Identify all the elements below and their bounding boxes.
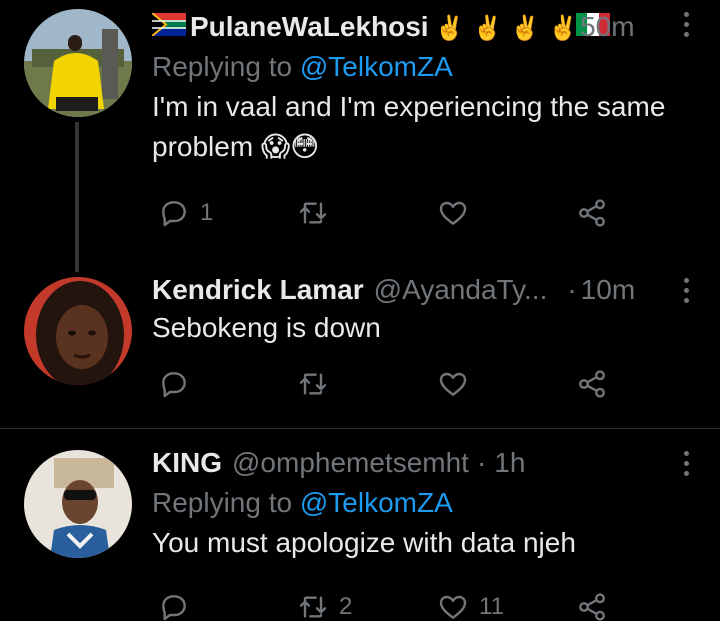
south-africa-flag-icon	[151, 9, 186, 45]
share-button[interactable]	[576, 368, 608, 400]
reply-icon	[162, 595, 186, 621]
retweet-icon	[299, 202, 327, 224]
handle[interactable]: @omphemetsemht	[232, 445, 469, 481]
separator-dot: ·	[476, 447, 487, 478]
handle[interactable]: @AyandaTy...	[374, 272, 548, 308]
tweet[interactable]: Kendrick Lamar @AyandaTy... · 10m Seboke…	[0, 270, 720, 428]
display-name[interactable]: Kendrick Lamar	[152, 272, 364, 308]
avatar[interactable]	[24, 9, 132, 117]
timestamp[interactable]: 50m	[580, 9, 634, 45]
avatar[interactable]	[24, 450, 132, 558]
retweet-button[interactable]: 2	[297, 591, 352, 621]
replying-to-prefix: Replying to	[152, 51, 293, 82]
more-dots-icon[interactable]	[682, 12, 690, 37]
avatar[interactable]	[24, 277, 132, 385]
reply-button[interactable]	[158, 591, 200, 621]
retweet-button[interactable]	[297, 197, 339, 229]
tweet-text: You must apologize with data njeh	[152, 527, 576, 558]
tweet[interactable]: KING @omphemetsemht · 1h Replying to @Te…	[0, 429, 720, 621]
avatar-photo	[24, 9, 132, 117]
more-dots-icon[interactable]	[682, 451, 690, 476]
share-icon	[579, 593, 605, 621]
reply-button[interactable]: 1	[158, 197, 213, 229]
share-icon	[579, 370, 605, 398]
timestamp[interactable]: 1h	[494, 445, 525, 481]
tweet[interactable]: PulaneWaLekhosi ✌️✌️✌️✌️ 50m Replying to…	[0, 0, 720, 272]
reply-icon	[162, 201, 186, 227]
share-icon	[579, 199, 605, 227]
replying-to-handle[interactable]: @TelkomZA	[300, 51, 453, 82]
avatar-photo	[24, 450, 132, 558]
replying-to-handle[interactable]: @TelkomZA	[300, 487, 453, 518]
heart-icon	[439, 595, 467, 619]
retweet-icon	[299, 373, 327, 395]
replying-to-prefix: Replying to	[152, 487, 293, 518]
retweet-count: 2	[339, 593, 353, 620]
tweet-text: Sebokeng is down	[152, 312, 381, 343]
tweet-text-content: I'm in vaal and I'm experiencing the sam…	[152, 91, 666, 162]
share-button[interactable]	[576, 591, 608, 621]
tweet-text: I'm in vaal and I'm experiencing the sam…	[152, 87, 702, 167]
replying-to: Replying to @TelkomZA	[152, 49, 720, 85]
reply-button[interactable]	[158, 368, 200, 400]
separator-dot: ·	[567, 274, 577, 305]
like-button[interactable]: 11	[437, 591, 504, 621]
like-button[interactable]	[437, 368, 479, 400]
display-name[interactable]: PulaneWaLekhosi	[190, 9, 429, 45]
reply-icon	[162, 372, 186, 398]
more-dots-icon[interactable]	[682, 278, 690, 303]
like-button[interactable]	[437, 197, 479, 229]
like-count: 11	[479, 593, 504, 620]
share-button[interactable]	[576, 197, 608, 229]
retweet-button[interactable]	[297, 368, 339, 400]
replying-to: Replying to @TelkomZA	[152, 485, 720, 521]
heart-icon	[439, 201, 467, 225]
name-emoji: ✌️✌️✌️✌️	[434, 15, 587, 42]
avatar-photo	[24, 277, 132, 385]
heart-icon	[439, 372, 467, 396]
thread-line	[75, 122, 79, 272]
timestamp[interactable]: 10m	[581, 272, 635, 308]
reply-count: 1	[200, 199, 214, 226]
display-name[interactable]: KING	[152, 445, 222, 481]
tweet-text-emoji: 😱😳	[260, 131, 320, 162]
retweet-icon	[299, 596, 327, 618]
